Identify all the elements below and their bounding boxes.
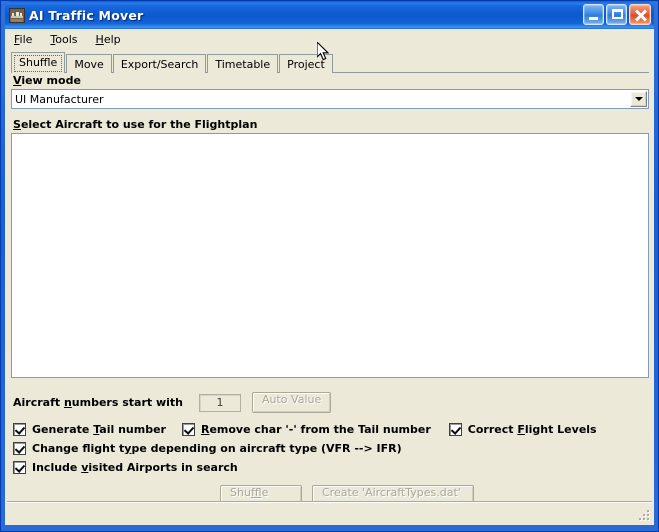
close-button[interactable] [629, 4, 651, 25]
view-mode-combobox[interactable]: UI Manufacturer [11, 89, 649, 109]
aircraft-number-row: Aircraft numbers start with 1 Auto Value [13, 392, 649, 413]
menu-item-help-label: elp [103, 32, 121, 46]
menu-bar: File Tools Help [5, 29, 654, 49]
auto-value-button[interactable]: Auto Value [252, 392, 332, 413]
checkbox-correct-flight-levels[interactable] [448, 423, 462, 436]
aircraft-list-label-rest: elect Aircraft to use for the Flightplan [20, 118, 258, 131]
aircraft-number-input[interactable]: 1 [199, 393, 241, 412]
checkbox-include-visited-airports[interactable] [13, 461, 26, 474]
checkbox-change-flight-type-label: Change flight type depending on aircraft… [32, 442, 402, 455]
checkbox-row-2: Change flight type depending on aircraft… [13, 440, 649, 457]
application-window: AI Traffic Mover File Tools Help Shuffle… [0, 0, 659, 532]
tab-export-search[interactable]: Export/Search [112, 54, 207, 73]
minimize-button[interactable] [583, 4, 604, 25]
aircraft-list-label: Select Aircraft to use for the Flightpla… [13, 118, 258, 131]
aircraft-listbox[interactable] [11, 133, 649, 378]
tab-timetable[interactable]: Timetable [207, 54, 279, 73]
view-mode-label: View mode [13, 74, 81, 87]
tab-shuffle[interactable]: Shuffle [11, 52, 66, 73]
tab-timetable-label: Timetable [215, 58, 271, 71]
checkbox-include-visited-airports-label: Include visited Airports in search [32, 461, 238, 474]
window-title: AI Traffic Mover [29, 7, 144, 23]
resize-grip-icon[interactable] [637, 508, 651, 522]
shuffle-panel: View mode UI Manufacturer Select Aircraf… [11, 74, 649, 523]
tab-project[interactable]: Project [279, 54, 333, 73]
checkbox-change-flight-type[interactable] [13, 442, 26, 455]
client-area: File Tools Help Shuffle Move Export/Sear… [5, 29, 654, 525]
view-mode-value: UI Manufacturer [15, 92, 104, 106]
menu-item-file[interactable]: File [14, 31, 41, 48]
view-mode-label-rest: iew mode [21, 74, 81, 87]
tab-move-label: Move [74, 58, 104, 71]
chevron-down-icon[interactable] [630, 91, 647, 107]
menu-item-tools-label: ools [55, 32, 78, 46]
options-checkbox-group: Generate Tail number Remove char '-' fro… [13, 421, 649, 476]
maximize-button[interactable] [606, 4, 627, 25]
checkbox-generate-tail-number[interactable] [13, 423, 26, 436]
tab-project-label: Project [287, 58, 325, 71]
checkbox-correct-flight-levels-label: Correct Flight Levels [467, 423, 597, 436]
menu-item-help[interactable]: Help [96, 31, 130, 48]
checkbox-row-1: Generate Tail number Remove char '-' fro… [13, 421, 649, 438]
tab-focus-ring [14, 55, 63, 72]
aircraft-number-label: Aircraft numbers start with [13, 396, 183, 409]
tab-strip: Shuffle Move Export/Search Timetable Pro… [11, 51, 649, 73]
title-bar[interactable]: AI Traffic Mover [5, 1, 654, 29]
window-controls [583, 4, 651, 25]
checkbox-remove-dash[interactable] [181, 423, 195, 436]
app-icon [9, 7, 25, 23]
menu-item-file-label: ile [19, 32, 33, 46]
tab-move[interactable]: Move [66, 54, 112, 73]
status-bar [7, 501, 652, 523]
menu-item-tools[interactable]: Tools [50, 31, 86, 48]
checkbox-generate-tail-number-label: Generate Tail number [32, 423, 166, 436]
tab-export-search-label: Export/Search [120, 58, 199, 71]
checkbox-row-3: Include visited Airports in search [13, 459, 649, 476]
checkbox-remove-dash-label: Remove char '-' from the Tail number [200, 423, 431, 436]
